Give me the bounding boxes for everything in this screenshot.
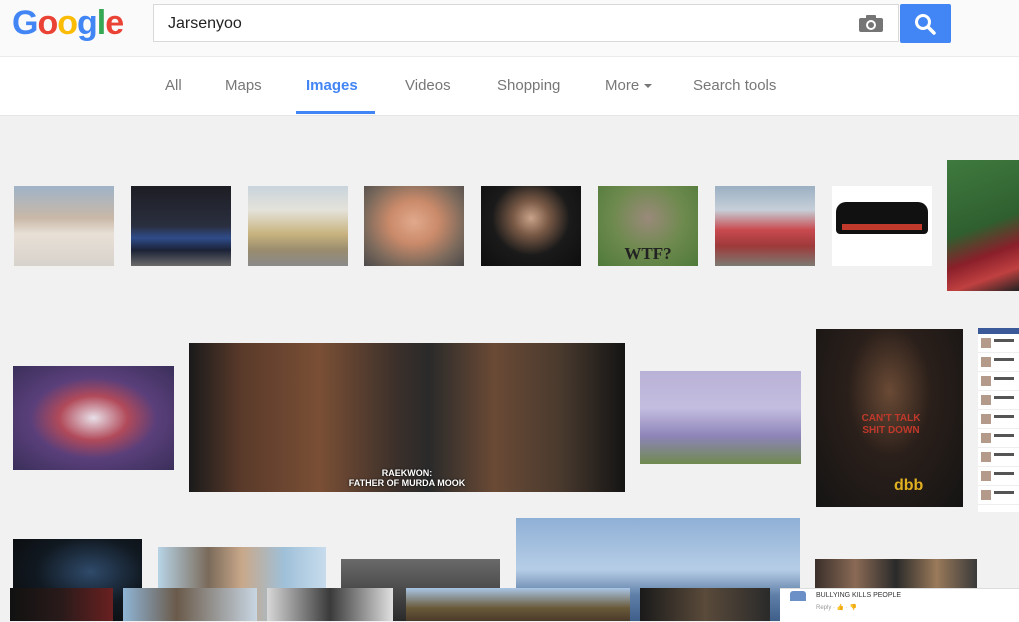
list-item (978, 372, 1019, 391)
comment-text: BULLYING KILLS PEOPLE (816, 592, 902, 599)
list-item (978, 486, 1019, 505)
image-result[interactable] (978, 328, 1019, 512)
tab-all[interactable]: All (165, 77, 182, 94)
search-button[interactable] (900, 4, 951, 43)
image-result[interactable] (14, 186, 114, 266)
tab-more-label: More (605, 77, 640, 94)
search-box[interactable] (153, 4, 899, 42)
search-input[interactable] (166, 13, 850, 35)
image-result[interactable] (640, 371, 801, 464)
image-caption: dbb (894, 477, 924, 494)
camera-icon[interactable] (858, 15, 884, 33)
tab-videos[interactable]: Videos (405, 77, 451, 94)
tab-more[interactable]: More (605, 77, 653, 94)
top-bar: Google (0, 0, 1019, 57)
image-result[interactable]: WTF? (598, 186, 698, 266)
avatar (790, 591, 806, 601)
image-result[interactable] (248, 186, 348, 266)
list-item (978, 448, 1019, 467)
tab-search-tools[interactable]: Search tools (693, 77, 776, 94)
magnifier-icon (915, 14, 936, 35)
image-caption: RAEKWON: FATHER OF MURDA MOOK (348, 468, 466, 488)
image-result[interactable] (640, 588, 770, 621)
image-result[interactable]: RAEKWON: FATHER OF MURDA MOOK (189, 343, 625, 492)
image-result[interactable] (267, 588, 393, 621)
image-caption: CAN'T TALK SHIT DOWN (861, 413, 921, 436)
image-caption: WTF? (624, 244, 672, 263)
list-item (978, 467, 1019, 486)
tab-maps[interactable]: Maps (225, 77, 262, 94)
caret-down-icon (644, 84, 653, 89)
image-result[interactable] (832, 186, 932, 266)
image-result[interactable] (131, 186, 231, 266)
image-result[interactable] (123, 588, 257, 621)
google-logo[interactable]: Google (12, 4, 124, 43)
tab-images[interactable]: Images (306, 77, 358, 94)
list-item (978, 334, 1019, 353)
image-result[interactable] (715, 186, 815, 266)
image-results-grid: WTF? RAEKWON: FATHER OF MURDA MOOK CAN'T… (0, 116, 1019, 622)
search-tabs: All Maps Images Videos Shopping More Sea… (0, 57, 1019, 116)
tab-shopping[interactable]: Shopping (497, 77, 560, 94)
image-result[interactable] (947, 160, 1019, 291)
list-item (978, 429, 1019, 448)
list-item (978, 391, 1019, 410)
image-result[interactable] (406, 588, 630, 621)
image-result[interactable] (364, 186, 464, 266)
comment-actions: Reply · 👍 · 👎 (816, 605, 857, 611)
image-result[interactable] (10, 588, 113, 621)
list-item (978, 410, 1019, 429)
image-result[interactable] (13, 366, 174, 470)
image-result[interactable] (481, 186, 581, 266)
image-result[interactable]: CAN'T TALK SHIT DOWN dbb (816, 329, 963, 507)
image-result[interactable]: BULLYING KILLS PEOPLE Reply · 👍 · 👎 (780, 588, 1019, 622)
list-item (978, 353, 1019, 372)
active-tab-indicator (296, 111, 375, 114)
